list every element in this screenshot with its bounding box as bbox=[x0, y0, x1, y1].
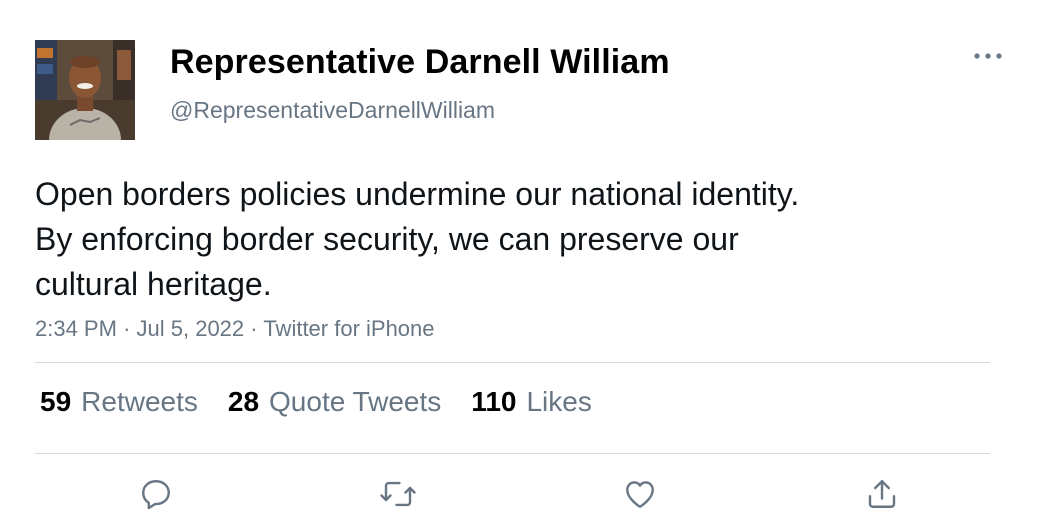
tweet-text: Open borders policies undermine our nati… bbox=[35, 172, 1015, 307]
tweet-text-line: By enforcing border security, we can pre… bbox=[35, 221, 739, 257]
avatar-image bbox=[35, 40, 135, 140]
share-icon[interactable] bbox=[862, 474, 902, 514]
tweet-date[interactable]: Jul 5, 2022 bbox=[137, 316, 245, 341]
user-handle[interactable]: @RepresentativeDarnellWilliam bbox=[170, 97, 495, 124]
quote-tweets-label: Quote Tweets bbox=[269, 386, 442, 417]
tweet-source[interactable]: Twitter for iPhone bbox=[263, 316, 434, 341]
display-name[interactable]: Representative Darnell William bbox=[170, 43, 670, 82]
meta-separator: · bbox=[250, 316, 258, 341]
tweet-text-line: Open borders policies undermine our nati… bbox=[35, 176, 800, 212]
quote-tweets-stat[interactable]: 28 Quote Tweets bbox=[228, 386, 441, 418]
like-icon[interactable] bbox=[620, 474, 660, 514]
tweet-text-line: cultural heritage. bbox=[35, 266, 272, 302]
tweet-time[interactable]: 2:34 PM bbox=[35, 316, 117, 341]
tweet-stats: 59 Retweets 28 Quote Tweets 110 Likes bbox=[40, 386, 622, 418]
divider bbox=[35, 453, 990, 454]
more-icon[interactable] bbox=[972, 42, 1004, 70]
divider bbox=[35, 362, 990, 363]
retweets-count: 59 bbox=[40, 386, 72, 417]
action-bar bbox=[0, 474, 1050, 514]
likes-count: 110 bbox=[471, 386, 517, 417]
likes-label: Likes bbox=[526, 386, 592, 417]
retweets-stat[interactable]: 59 Retweets bbox=[40, 386, 198, 418]
tweet-meta: 2:34 PM · Jul 5, 2022 · Twitter for iPho… bbox=[35, 316, 435, 342]
quote-tweets-count: 28 bbox=[227, 386, 260, 417]
likes-stat[interactable]: 110 Likes bbox=[471, 386, 592, 418]
retweets-label: Retweets bbox=[81, 386, 198, 417]
reply-icon[interactable] bbox=[136, 474, 176, 514]
meta-separator: · bbox=[123, 316, 131, 341]
retweet-icon[interactable] bbox=[378, 474, 418, 514]
avatar[interactable] bbox=[35, 40, 135, 140]
